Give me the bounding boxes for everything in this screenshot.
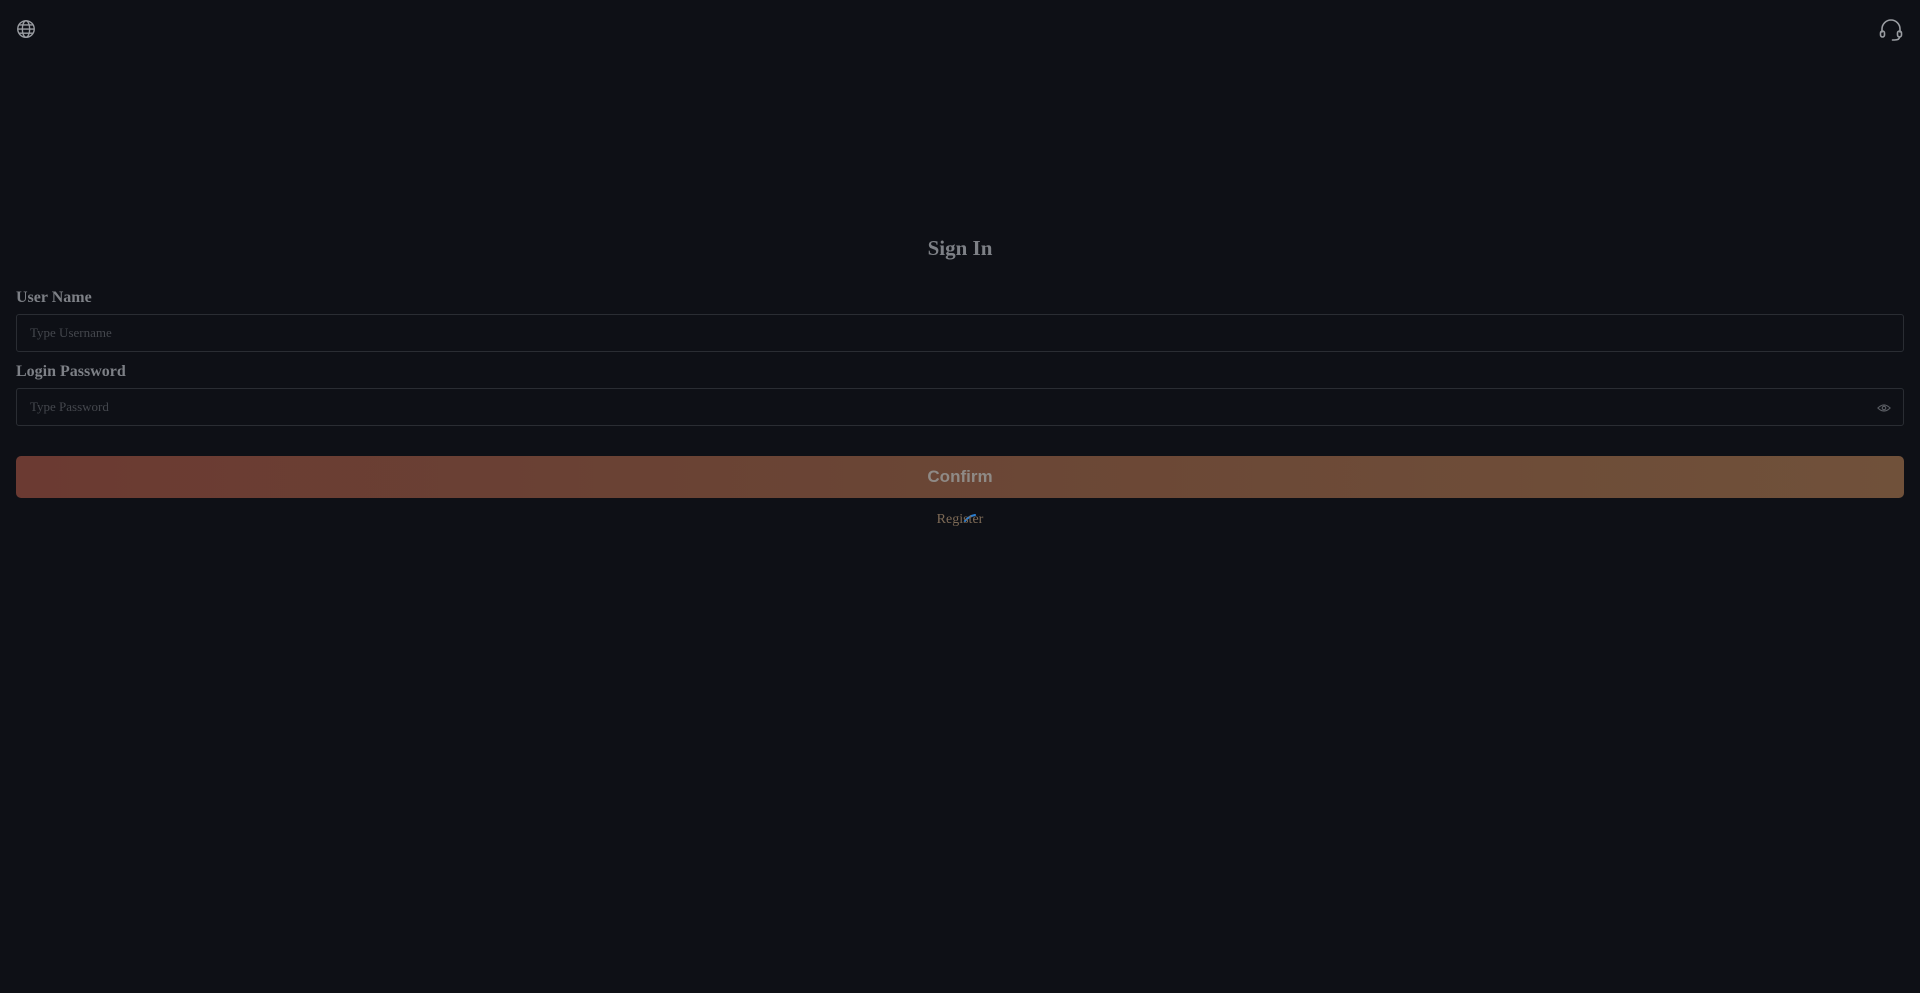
password-label: Login Password xyxy=(16,363,126,380)
headset-icon[interactable] xyxy=(1878,17,1904,43)
page-title: Sign In xyxy=(927,236,993,260)
register-link-row: Register xyxy=(0,512,1920,528)
password-input[interactable] xyxy=(17,389,1903,425)
confirm-button[interactable]: Confirm xyxy=(16,456,1904,498)
password-field-box xyxy=(16,388,1904,426)
globe-icon[interactable] xyxy=(15,18,37,40)
register-link[interactable]: Register xyxy=(937,512,984,527)
username-field-box xyxy=(16,314,1904,352)
username-label: User Name xyxy=(16,289,92,306)
sign-in-page: Sign In User Name Login Password Confirm… xyxy=(0,0,1920,993)
username-input[interactable] xyxy=(17,315,1903,351)
eye-icon[interactable] xyxy=(1877,401,1891,413)
